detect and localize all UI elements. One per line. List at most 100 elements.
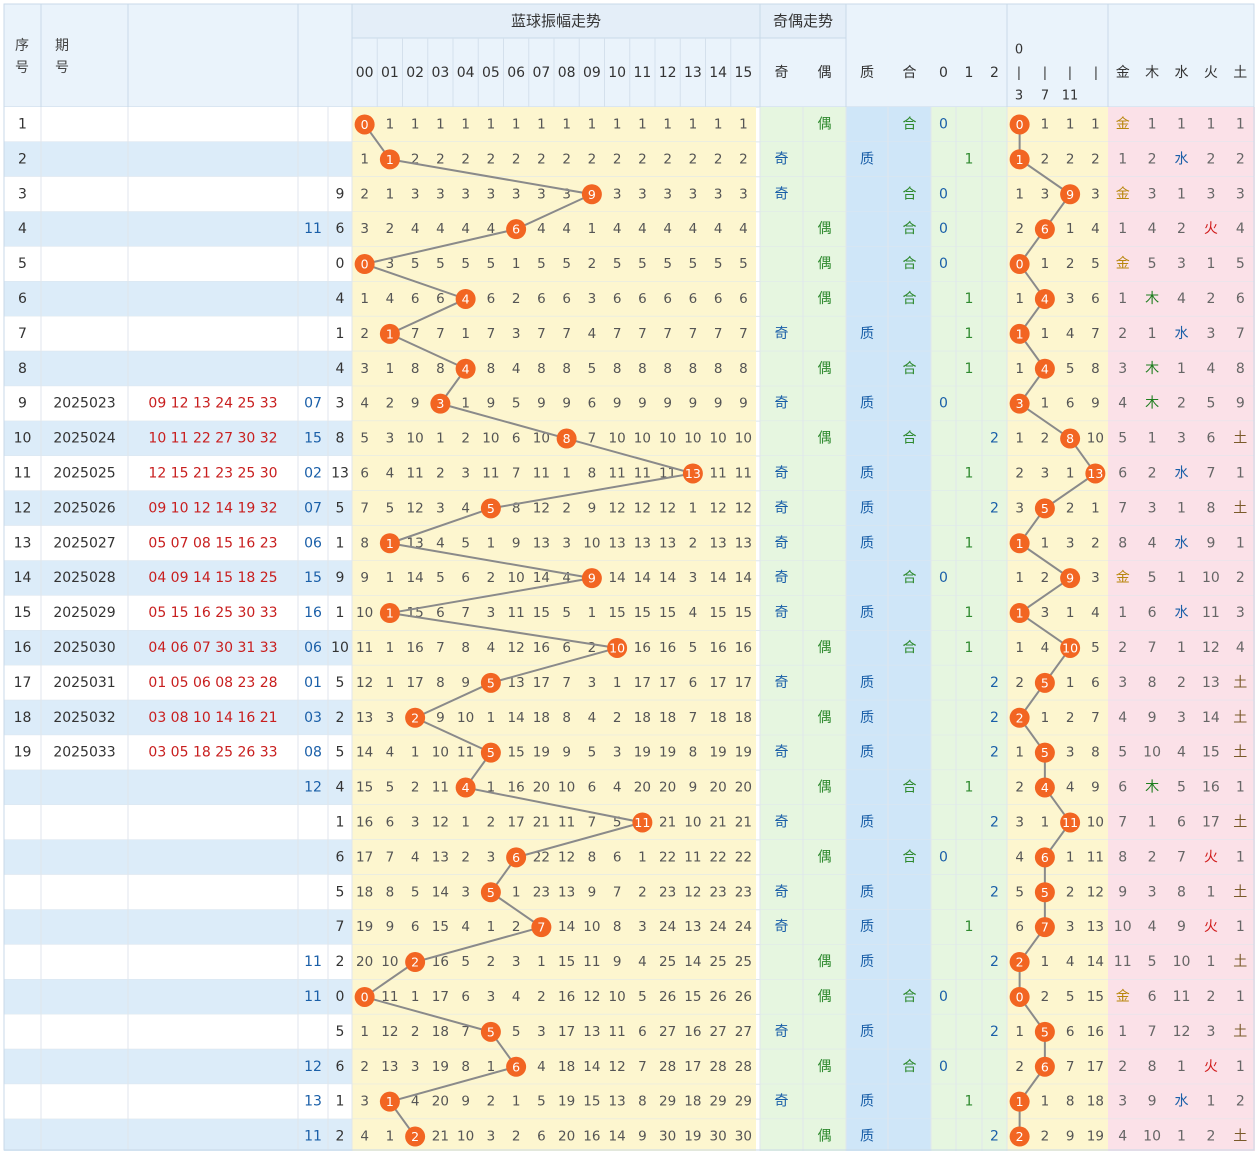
amp-miss-cell: 2 — [689, 151, 698, 167]
amp-miss-cell: 13 — [684, 919, 701, 935]
even-cell: 偶 — [818, 431, 832, 447]
segment-cell: 2 — [1066, 710, 1075, 726]
prime-cell: 质 — [860, 1024, 874, 1040]
amp-miss-cell: 3 — [487, 1129, 496, 1145]
amp-value-cell: 5 — [336, 745, 345, 761]
element-cell: 4 — [1118, 396, 1127, 412]
amp-miss-cell: 10 — [735, 431, 752, 447]
element-cell: 金 — [1116, 570, 1130, 586]
amp-value-cell: 10 — [331, 640, 349, 656]
amp-col-03: 03 — [431, 65, 449, 81]
segment-cell: 19 — [1087, 1129, 1104, 1145]
amp-miss-cell: 13 — [659, 535, 676, 551]
segment-cell: 1 — [1066, 116, 1075, 132]
amp-miss-cell: 9 — [461, 675, 470, 691]
amp-miss-cell: 3 — [714, 186, 723, 202]
amp-miss-cell: 19 — [735, 745, 752, 761]
segment-ball-label: 1 — [1016, 1094, 1024, 1109]
segment-cell: 1 — [1066, 605, 1075, 621]
amp-miss-cell: 17 — [533, 675, 550, 691]
amp-miss-cell: 4 — [537, 1059, 546, 1075]
amp-value-cell: 4 — [336, 780, 345, 796]
odd-cell: 奇 — [775, 185, 789, 202]
amp-miss-cell: 18 — [659, 710, 676, 726]
amp-miss-cell: 12 — [558, 849, 575, 865]
even-cell: 偶 — [818, 361, 832, 377]
segment-ball-label: 5 — [1041, 501, 1049, 516]
even-cell: 偶 — [818, 954, 832, 970]
amp-miss-cell: 6 — [613, 291, 622, 307]
amp-miss-cell: 1 — [562, 116, 571, 132]
remainder-1-cell: 1 — [965, 535, 974, 551]
odd-cell: 奇 — [775, 499, 789, 516]
composite-cell: 合 — [903, 256, 917, 272]
amp-miss-cell: 1 — [411, 989, 420, 1005]
amp-miss-cell: 3 — [663, 186, 672, 202]
amplitude-ball-label: 6 — [512, 1059, 520, 1074]
element-cell: 土 — [1233, 1024, 1247, 1040]
amp-miss-cell: 14 — [356, 745, 373, 761]
segment-cell: 4 — [1091, 221, 1100, 237]
segment-cell: 4 — [1091, 605, 1100, 621]
amp-miss-cell: 1 — [739, 116, 748, 132]
amp-miss-cell: 1 — [588, 116, 597, 132]
segment-ball-label: 1 — [1016, 326, 1024, 341]
segment-cell: 2 — [1015, 675, 1024, 691]
segment-ball-label: 11 — [1062, 815, 1078, 830]
amp-miss-cell: 3 — [739, 186, 748, 202]
amp-miss-cell: 4 — [739, 221, 748, 237]
amp-miss-cell: 15 — [533, 605, 550, 621]
segment-ball-label: 3 — [1016, 396, 1024, 411]
amp-miss-cell: 1 — [588, 221, 597, 237]
segment-cell: 6 — [1091, 291, 1100, 307]
amp-miss-cell: 4 — [386, 291, 395, 307]
segment-cell: 12 — [1087, 884, 1104, 900]
prime-cell: 质 — [860, 326, 874, 342]
remainder-1-cell: 1 — [965, 780, 974, 796]
segment-cell: 1 — [1041, 954, 1050, 970]
element-cell: 1 — [1148, 814, 1157, 830]
amp-miss-cell: 3 — [411, 186, 420, 202]
amp-miss-cell: 1 — [461, 814, 470, 830]
composite-cell: 合 — [903, 780, 917, 796]
odd-cell: 奇 — [775, 744, 789, 761]
red-balls-cell: 05 07 08 15 16 23 — [148, 535, 277, 551]
amplitude-ball-label: 1 — [386, 1094, 394, 1109]
amp-value-cell: 5 — [336, 1024, 345, 1040]
amp-miss-cell: 14 — [508, 710, 525, 726]
segment-ball-label: 1 — [1016, 606, 1024, 621]
amp-miss-cell: 2 — [613, 710, 622, 726]
remainder-2-cell: 2 — [990, 675, 999, 691]
element-cell: 8 — [1236, 361, 1245, 377]
segment-cell: 1 — [1015, 570, 1024, 586]
amp-miss-cell: 1 — [613, 675, 622, 691]
segment-ball-label: 9 — [1066, 571, 1074, 586]
row-left-bg — [4, 281, 328, 317]
blue-ball-cell: 08 — [304, 745, 322, 761]
amp-miss-cell: 2 — [436, 151, 445, 167]
amp-miss-cell: 11 — [508, 605, 525, 621]
amp-miss-cell: 3 — [638, 919, 647, 935]
amp-col-14: 14 — [709, 65, 727, 81]
amp-miss-cell: 1 — [386, 1129, 395, 1145]
amp-miss-cell: 3 — [487, 605, 496, 621]
element-cell: 9 — [1206, 535, 1215, 551]
blue-ball-cell: 15 — [304, 431, 322, 447]
row-left-bg — [4, 944, 328, 980]
amp-miss-cell: 11 — [356, 640, 373, 656]
seg-header-bar: | — [1017, 66, 1021, 81]
element-cell: 2 — [1177, 221, 1186, 237]
element-cell: 1 — [1177, 116, 1186, 132]
element-cell: 1 — [1206, 1094, 1215, 1110]
amp-miss-cell: 4 — [461, 221, 470, 237]
amp-miss-cell: 1 — [386, 675, 395, 691]
amp-value-cell: 4 — [336, 291, 345, 307]
element-cell: 1 — [1206, 116, 1215, 132]
remainder-2-cell: 2 — [990, 431, 999, 447]
element-cell: 5 — [1148, 954, 1157, 970]
amp-miss-cell: 6 — [487, 291, 496, 307]
element-cell: 6 — [1118, 465, 1127, 481]
element-cell: 2 — [1118, 1059, 1127, 1075]
element-cell: 8 — [1177, 884, 1186, 900]
amp-miss-cell: 12 — [432, 814, 449, 830]
